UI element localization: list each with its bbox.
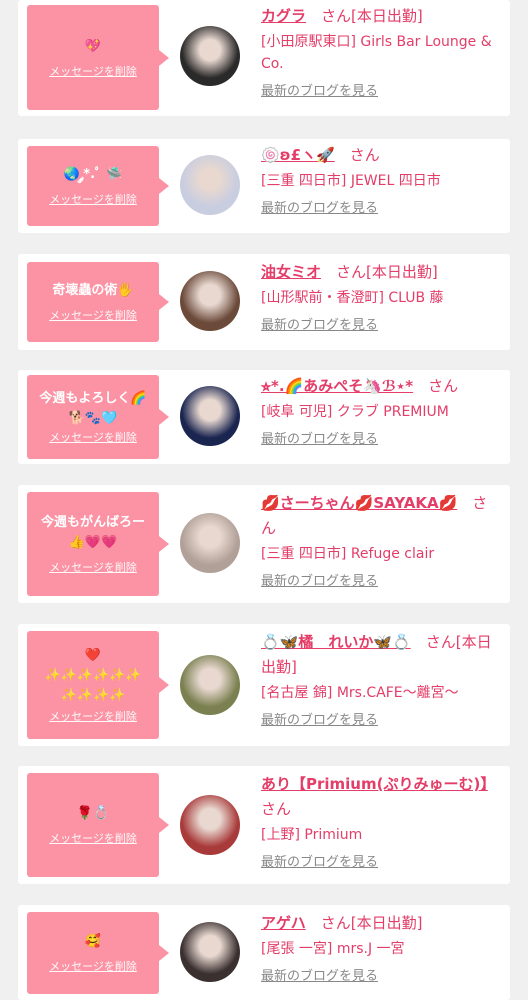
shop-info: [上野] Primium	[261, 827, 363, 843]
avatar[interactable]	[180, 795, 240, 855]
latest-blog-link[interactable]: 最新のブログを見る	[261, 317, 501, 335]
message-bubble: 今週もよろしく🌈 🐕🐾🩵 メッセージを削除	[27, 375, 169, 459]
user-name-link[interactable]: あり【Primium(ぷりみゅーむ)】	[261, 775, 488, 793]
honorific: さん	[320, 914, 351, 932]
user-card: 🥰 メッセージを削除 アゲハ さん[本日出勤] [尾張 一宮] mrs.J 一宮…	[18, 905, 510, 1000]
user-name-link[interactable]: 🍥ʚ£ヽ🚀	[261, 146, 335, 164]
delete-message-link[interactable]: メッセージを削除	[49, 431, 137, 445]
user-card: 今週もよろしく🌈 🐕🐾🩵 メッセージを削除 ⭐︎*.🌈あみぺそ🦄ℬ⋆* さん […	[18, 370, 510, 464]
message-bubble: 🥰 メッセージを削除	[27, 912, 169, 994]
delete-message-link[interactable]: メッセージを削除	[49, 309, 137, 323]
user-card: 💖 メッセージを削除 カグラ さん[本日出勤] [小田原駅東口] Girls B…	[18, 0, 510, 116]
avatar[interactable]	[180, 513, 240, 573]
delete-message-link[interactable]: メッセージを削除	[49, 960, 137, 974]
user-card: 今週もがんばろー 👍💗💗 メッセージを削除 💋さーちゃん💋SAYAKA💋 さん …	[18, 485, 510, 603]
shop-info: [岐阜 可児] クラブ PREMIUM	[261, 404, 449, 420]
avatar[interactable]	[180, 155, 240, 215]
user-name-link[interactable]: ⭐︎*.🌈あみぺそ🦄ℬ⋆*	[261, 377, 413, 395]
user-name-link[interactable]: 💋さーちゃん💋SAYAKA💋	[261, 494, 457, 512]
honorific: さん	[321, 7, 352, 25]
delete-message-link[interactable]: メッセージを削除	[49, 193, 137, 207]
user-card: 奇壊蟲の術🖐 メッセージを削除 油女ミオ さん[本日出勤] [山形駅前・香澄町]…	[18, 254, 510, 350]
honorific: さん	[336, 263, 367, 281]
message-text: 今週もがんばろー 👍💗💗	[40, 515, 145, 550]
delete-message-link[interactable]: メッセージを削除	[49, 710, 137, 724]
user-card: 🌏 ༘*.ﾟ 🛸 メッセージを削除 🍥ʚ£ヽ🚀 さん [三重 四日市] JEWE…	[18, 139, 510, 233]
attendance-tag: [本日出勤]	[351, 7, 423, 25]
latest-blog-link[interactable]: 最新のブログを見る	[261, 431, 501, 449]
latest-blog-link[interactable]: 最新のブログを見る	[261, 573, 501, 591]
honorific: さん	[261, 800, 292, 818]
delete-message-link[interactable]: メッセージを削除	[49, 65, 137, 79]
user-name-link[interactable]: アゲハ	[261, 914, 306, 932]
shop-info: [小田原駅東口] Girls Bar Lounge & Co.	[261, 34, 492, 72]
latest-blog-link[interactable]: 最新のブログを見る	[261, 854, 501, 872]
message-bubble: 💖 メッセージを削除	[27, 5, 169, 110]
latest-blog-link[interactable]: 最新のブログを見る	[261, 712, 501, 730]
message-text: ❤️ ✨✨✨✨✨✨ ✨✨✨✨	[44, 648, 142, 703]
avatar[interactable]	[180, 26, 240, 86]
honorific: さん	[425, 633, 456, 651]
message-text: 🌹💍	[76, 806, 110, 821]
shop-info: [名古屋 錦] Mrs.CAFE〜離宮〜	[261, 685, 459, 701]
delete-message-link[interactable]: メッセージを削除	[49, 561, 137, 575]
user-name-link[interactable]: 油女ミオ	[261, 263, 321, 281]
message-text: 🥰	[84, 934, 102, 949]
honorific: さん	[428, 377, 459, 395]
message-bubble: 奇壊蟲の術🖐 メッセージを削除	[27, 262, 169, 342]
message-text: 💖	[84, 38, 102, 54]
avatar[interactable]	[180, 271, 240, 331]
message-bubble: 🌹💍 メッセージを削除	[27, 773, 169, 877]
message-bubble: ❤️ ✨✨✨✨✨✨ ✨✨✨✨ メッセージを削除	[27, 631, 169, 739]
user-name-link[interactable]: 💍🦋橘 れいか🦋💍	[261, 633, 411, 651]
shop-info: [山形駅前・香澄町] CLUB 藤	[261, 290, 444, 306]
user-card: ❤️ ✨✨✨✨✨✨ ✨✨✨✨ メッセージを削除 💍🦋橘 れいか🦋💍 さん[本日出…	[18, 624, 510, 746]
message-text: 🌏 ༘*.ﾟ 🛸	[63, 167, 123, 182]
message-text: 奇壊蟲の術🖐	[52, 283, 134, 298]
honorific: さん	[349, 146, 380, 164]
shop-info: [三重 四日市] Refuge clair	[261, 546, 435, 562]
attendance-tag: [本日出勤]	[350, 914, 423, 932]
avatar[interactable]	[180, 386, 240, 446]
shop-info: [尾張 一宮] mrs.J 一宮	[261, 941, 405, 957]
avatar[interactable]	[180, 655, 240, 715]
message-bubble: 今週もがんばろー 👍💗💗 メッセージを削除	[27, 492, 169, 596]
latest-blog-link[interactable]: 最新のブログを見る	[261, 200, 501, 218]
attendance-tag: [本日出勤]	[366, 263, 438, 281]
shop-info: [三重 四日市] JEWEL 四日市	[261, 173, 441, 189]
avatar[interactable]	[180, 922, 240, 982]
message-text: 今週もよろしく🌈 🐕🐾🩵	[39, 391, 147, 426]
message-bubble: 🌏 ༘*.ﾟ 🛸 メッセージを削除	[27, 146, 169, 226]
delete-message-link[interactable]: メッセージを削除	[49, 832, 137, 846]
latest-blog-link[interactable]: 最新のブログを見る	[261, 83, 501, 101]
user-card: 🌹💍 メッセージを削除 あり【Primium(ぷりみゅーむ)】 さん [上野] …	[18, 766, 510, 884]
user-name-link[interactable]: カグラ	[261, 7, 306, 25]
latest-blog-link[interactable]: 最新のブログを見る	[261, 968, 501, 986]
